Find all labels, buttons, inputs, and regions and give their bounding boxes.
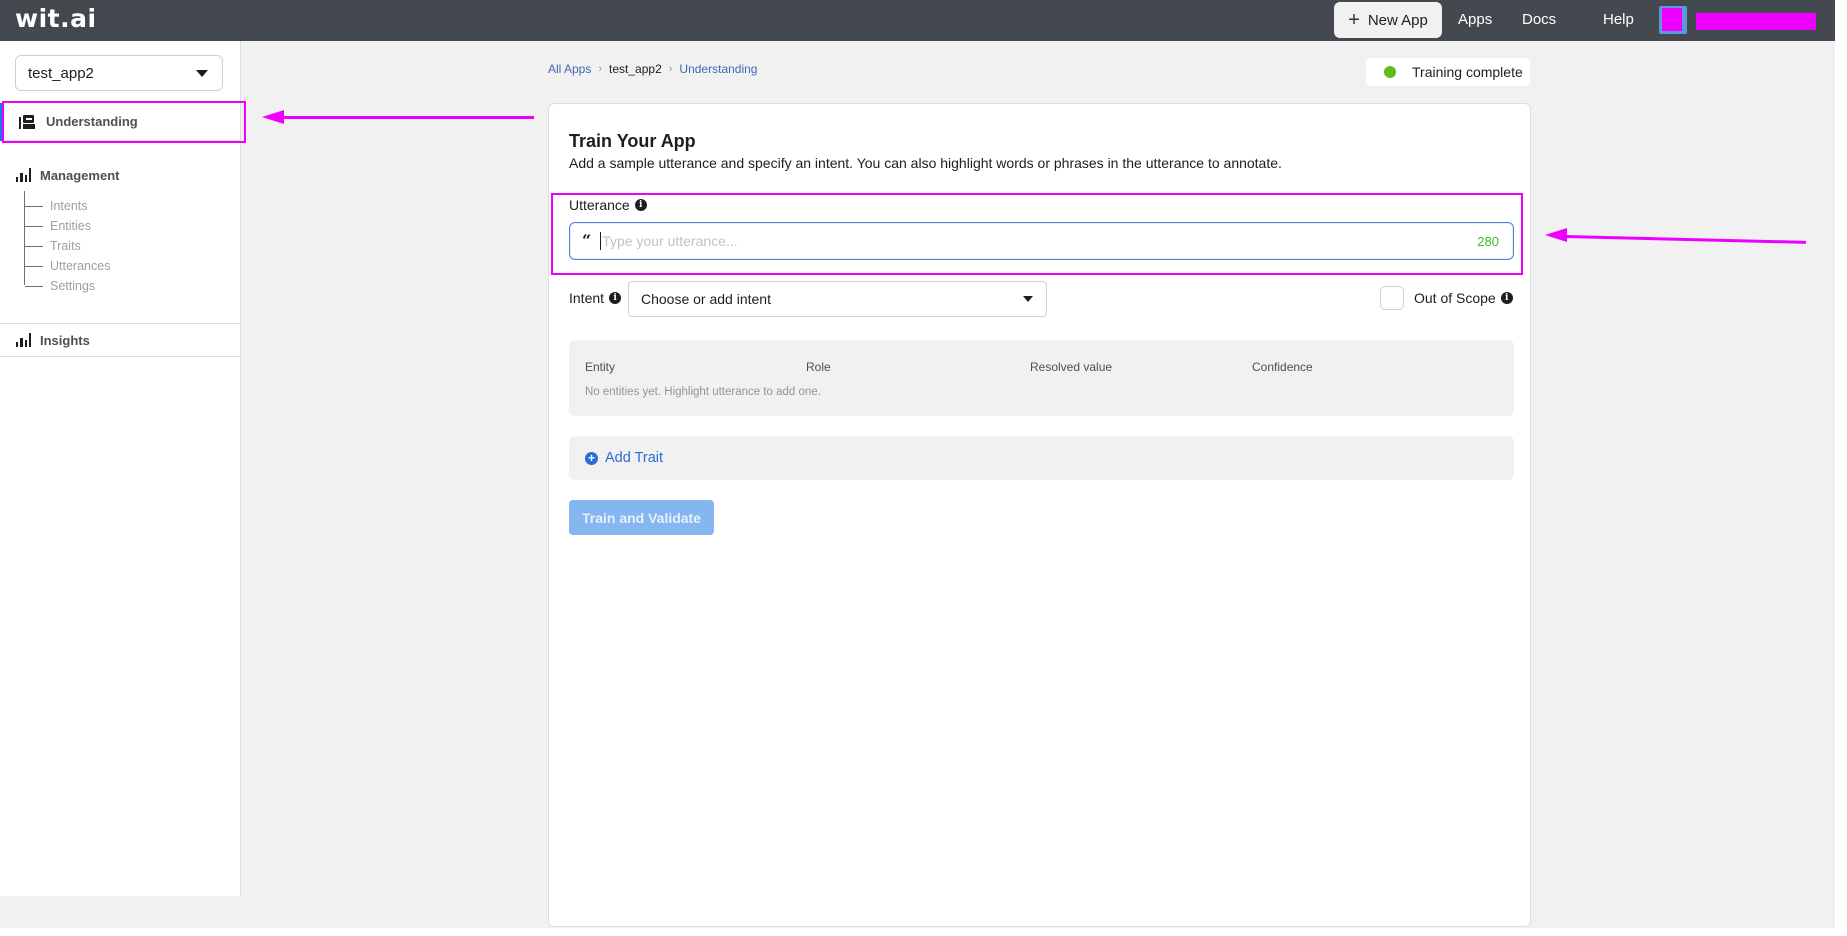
training-status-label: Training complete — [1412, 64, 1523, 80]
user-avatar[interactable] — [1659, 6, 1687, 34]
annotation-arrowhead — [1545, 228, 1567, 242]
status-dot-icon — [1384, 66, 1396, 78]
training-status-badge: Training complete — [1366, 58, 1530, 86]
annotation-arrow-line — [275, 116, 534, 119]
annotation-box-utterance — [551, 193, 1523, 275]
bar-chart-icon — [16, 168, 31, 182]
entity-table: Entity Role Resolved value Confidence No… — [569, 340, 1514, 416]
intent-dropdown[interactable]: Choose or add intent — [628, 281, 1047, 317]
sidebar-subitem-intents[interactable]: Intents — [25, 196, 88, 216]
intent-label: Intent i — [569, 290, 622, 306]
redaction-mask — [1662, 8, 1682, 31]
sidebar-item-insights[interactable]: Insights — [0, 323, 240, 357]
breadcrumb-app[interactable]: test_app2 — [609, 62, 662, 76]
chevron-down-icon — [1023, 296, 1033, 302]
column-header-confidence: Confidence — [1252, 360, 1313, 374]
chevron-down-icon — [196, 70, 208, 77]
annotation-arrowhead — [262, 110, 284, 124]
sidebar-subitem-settings[interactable]: Settings — [25, 276, 95, 296]
bar-chart-icon — [16, 333, 31, 347]
sidebar-item-management[interactable]: Management — [0, 165, 119, 185]
plus-circle-icon: + — [585, 451, 598, 465]
nav-docs-link[interactable]: Docs — [1522, 11, 1556, 28]
breadcrumb-all-apps[interactable]: All Apps — [548, 62, 591, 76]
chevron-right-icon: › — [598, 63, 603, 75]
plus-icon: + — [1348, 9, 1360, 31]
username-redacted[interactable] — [1696, 13, 1816, 30]
column-header-resolved-value: Resolved value — [1030, 360, 1113, 374]
page-description: Add a sample utterance and specify an in… — [569, 155, 1282, 171]
out-of-scope-label: Out of Scope — [1414, 290, 1496, 306]
add-trait-button[interactable]: + Add Trait — [569, 436, 1514, 480]
info-icon[interactable]: i — [609, 292, 622, 304]
train-and-validate-button[interactable]: Train and Validate — [569, 500, 714, 535]
sidebar-subitem-entities[interactable]: Entities — [25, 216, 91, 236]
out-of-scope-checkbox[interactable] — [1380, 286, 1404, 310]
info-icon[interactable]: i — [1500, 292, 1513, 304]
column-header-entity: Entity — [585, 360, 616, 374]
new-app-button[interactable]: + New App — [1334, 2, 1442, 38]
sidebar-subitem-traits[interactable]: Traits — [25, 236, 81, 256]
intent-dropdown-value: Choose or add intent — [641, 291, 771, 307]
sidebar-item-label: Management — [40, 167, 120, 183]
column-header-role: Role — [806, 360, 831, 374]
sidebar-subitem-utterances[interactable]: Utterances — [25, 256, 110, 276]
page-title: Train Your App — [569, 131, 696, 151]
app-selector-value: test_app2 — [28, 64, 94, 82]
chevron-right-icon: › — [668, 63, 673, 75]
nav-help-link[interactable]: Help — [1603, 11, 1634, 28]
top-navigation-bar: wit.ai + New App Apps Docs Help — [0, 0, 1835, 41]
new-app-label: New App — [1367, 11, 1428, 29]
breadcrumb: All Apps › test_app2 › Understanding — [548, 62, 757, 76]
out-of-scope-toggle: Out of Scope i — [1380, 286, 1513, 310]
add-trait-label: Add Trait — [605, 450, 664, 466]
sidebar-item-label: Insights — [40, 332, 90, 348]
nav-apps-link[interactable]: Apps — [1458, 11, 1492, 28]
annotation-box-understanding — [2, 101, 246, 143]
sidebar: test_app2 Understanding Management Inten… — [0, 41, 241, 896]
app-selector-dropdown[interactable]: test_app2 — [15, 55, 223, 91]
breadcrumb-understanding[interactable]: Understanding — [679, 62, 757, 76]
wit-ai-logo[interactable]: wit.ai — [15, 4, 97, 33]
entity-empty-message: No entities yet. Highlight utterance to … — [585, 386, 821, 398]
